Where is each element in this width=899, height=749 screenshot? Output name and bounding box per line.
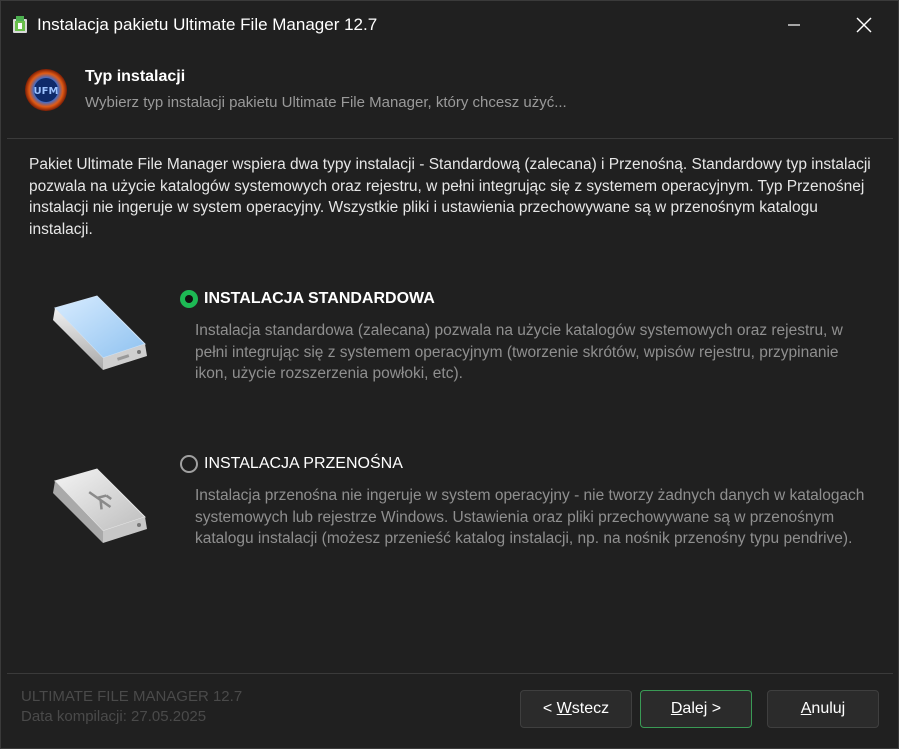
- option-standard-description: Instalacja standardowa (zalecana) pozwal…: [195, 322, 843, 382]
- back-button[interactable]: < Wstecz: [520, 690, 632, 728]
- next-button-mnemonic: D: [670, 700, 683, 717]
- hard-drive-icon: [53, 295, 147, 370]
- build-date: Data kompilacji: 27.05.2025: [21, 708, 207, 725]
- page-header: UFM Typ instalacji Wybierz typ instalacj…: [1, 49, 898, 138]
- cancel-button[interactable]: Anuluj: [767, 690, 879, 728]
- svg-text:UFM: UFM: [34, 86, 59, 97]
- intro-text: Pakiet Ultimate File Manager wspiera dwa…: [29, 156, 871, 238]
- radio-portable-unchecked[interactable]: [180, 455, 198, 473]
- radio-portable[interactable]: INSTALACJA PRZENOŚNA: [180, 455, 403, 473]
- back-button-label: stecz: [571, 700, 610, 717]
- installer-window: Instalacja pakietu Ultimate File Manager…: [0, 0, 899, 749]
- radio-standard-label[interactable]: INSTALACJA STANDARDOWA: [204, 290, 435, 308]
- close-icon: [856, 17, 872, 33]
- back-button-prefix: <: [542, 700, 557, 717]
- minimize-icon: [788, 24, 800, 26]
- minimize-button[interactable]: [771, 1, 817, 49]
- option-portable-description: Instalacja przenośna nie ingeruje w syst…: [195, 487, 865, 547]
- usb-drive-icon: [53, 468, 147, 543]
- installer-app-icon: [13, 16, 27, 33]
- next-button[interactable]: Dalej >: [640, 690, 752, 728]
- radio-portable-label[interactable]: INSTALACJA PRZENOŚNA: [204, 455, 403, 473]
- footer-divider: [7, 673, 893, 674]
- cancel-button-mnemonic: A: [800, 700, 812, 717]
- page-title: Typ instalacji: [85, 68, 186, 85]
- ufm-logo-icon: UFM: [25, 69, 67, 111]
- radio-standard-checked[interactable]: [180, 290, 198, 308]
- page-subtitle: Wybierz typ instalacji pakietu Ultimate …: [85, 94, 567, 111]
- window-title: Instalacja pakietu Ultimate File Manager…: [37, 15, 378, 34]
- cancel-button-label: nuluj: [811, 700, 846, 717]
- close-button[interactable]: [841, 1, 887, 49]
- radio-standard[interactable]: INSTALACJA STANDARDOWA: [180, 290, 435, 308]
- back-button-mnemonic: W: [556, 700, 572, 717]
- header-divider: [7, 138, 893, 139]
- product-version: ULTIMATE FILE MANAGER 12.7: [21, 688, 243, 705]
- next-button-label: alej >: [682, 700, 722, 717]
- build-info: ULTIMATE FILE MANAGER 12.7 Data kompilac…: [21, 687, 242, 727]
- title-bar[interactable]: Instalacja pakietu Ultimate File Manager…: [1, 1, 898, 49]
